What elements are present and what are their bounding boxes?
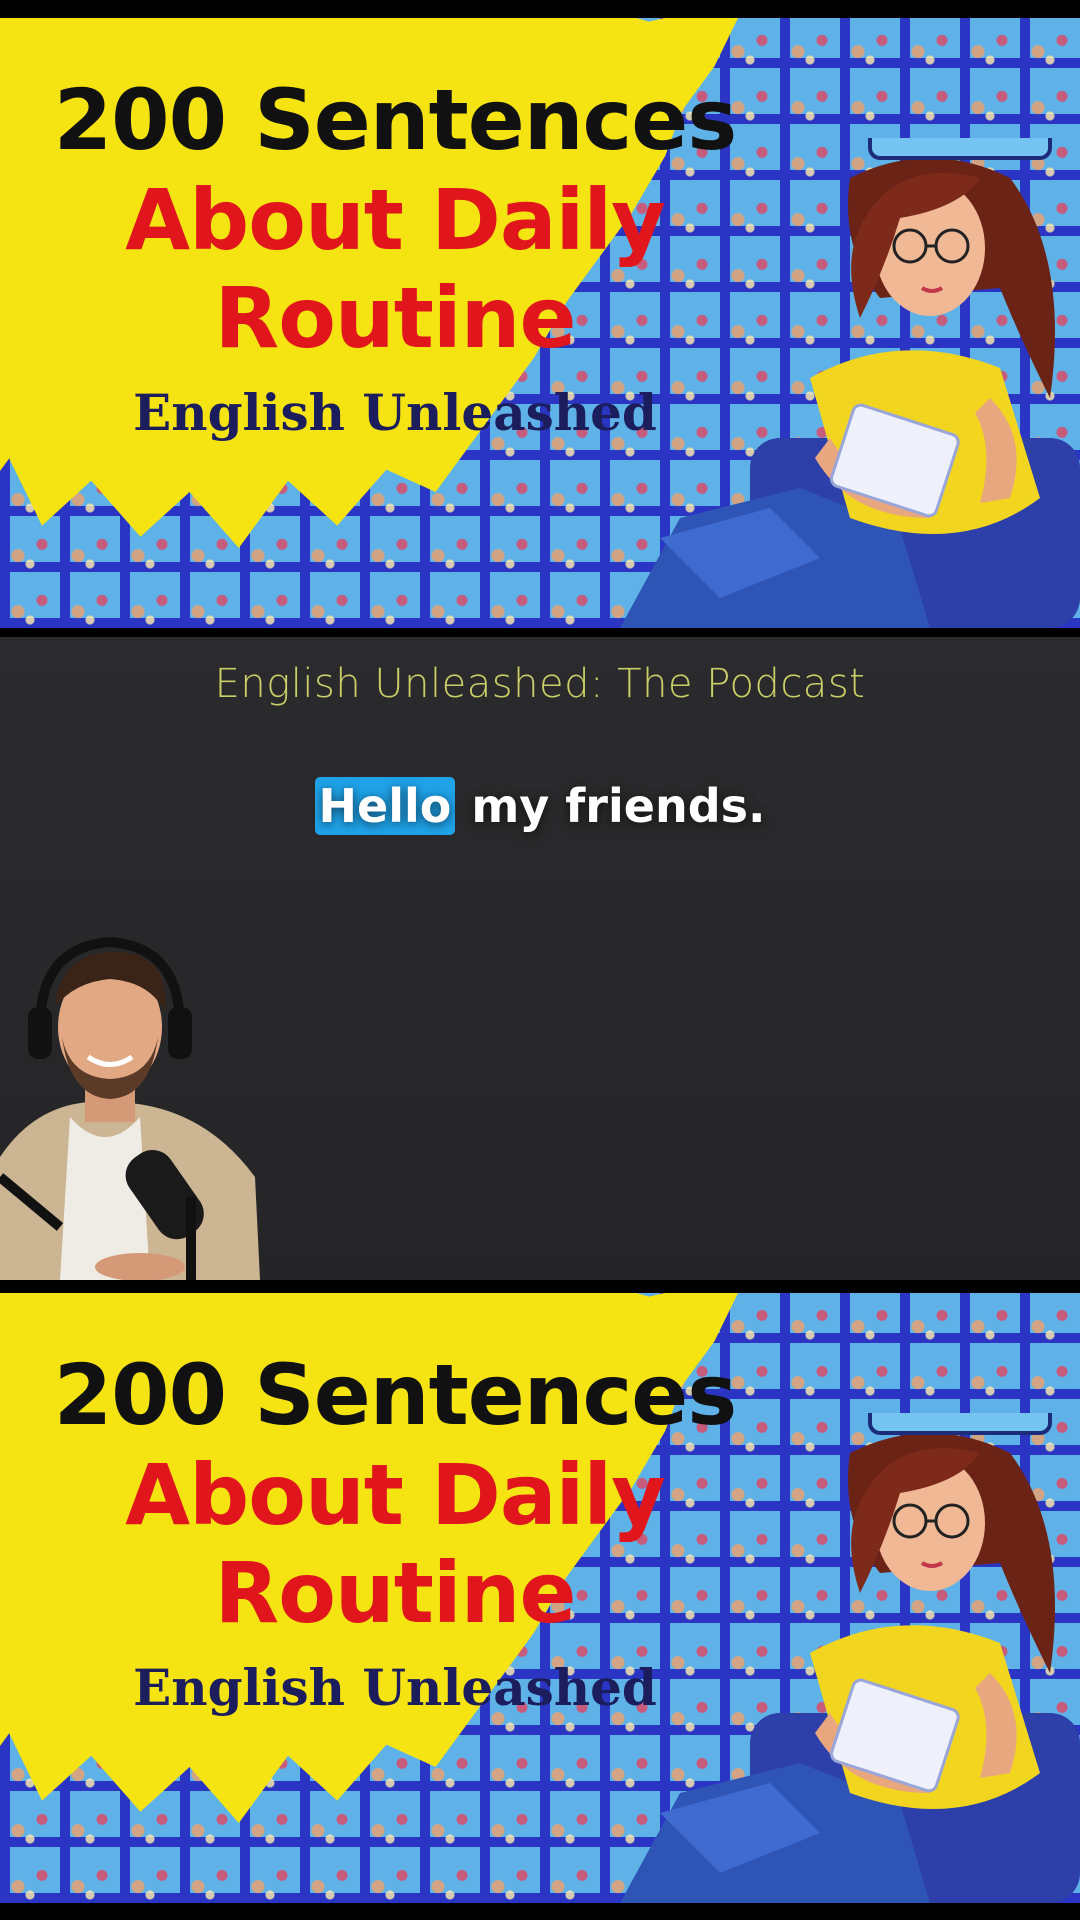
- podcast-title: English Unleashed: The Podcast: [214, 661, 866, 707]
- caption-highlighted-word: Hello: [314, 777, 456, 835]
- subtitle-caption: Hello my friends.: [0, 777, 1080, 835]
- podcast-host-illustration: [0, 936, 260, 1280]
- woman-writing-illustration: [620, 1413, 1080, 1903]
- thumbnail-top: 200 Sentences About Daily Routine Englis…: [0, 18, 1080, 628]
- caption-text: my friends.: [455, 779, 766, 833]
- divider-bottom: [0, 1280, 1080, 1290]
- woman-writing-illustration: [620, 138, 1080, 628]
- podcast-panel: English Unleashed: The Podcast Hello my …: [0, 637, 1080, 1280]
- thumbnail-bottom: 200 Sentences About Daily Routine Englis…: [0, 1293, 1080, 1903]
